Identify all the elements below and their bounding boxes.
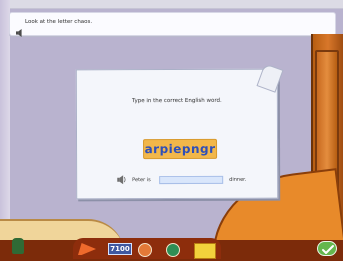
sentence-after: dinner. <box>229 176 247 183</box>
scrambled-word-box: arpiepngr <box>143 138 218 160</box>
top-window-bar <box>0 0 343 9</box>
scrambled-word: arpiepngr <box>144 141 216 157</box>
task-prompt: Type in the correct English word. <box>131 97 222 105</box>
speaker-icon[interactable] <box>16 29 24 37</box>
app-stage: Look at the letter chaos. Type in the co… <box>0 0 343 261</box>
sentence-row: Peter is dinner. <box>117 175 257 186</box>
checkmark-icon <box>322 245 334 254</box>
exercise-paper: Type in the correct English word. arpiep… <box>75 68 279 200</box>
help-button[interactable] <box>138 243 152 257</box>
bottle-icon[interactable] <box>12 238 24 254</box>
score-counter: 7100 <box>108 243 132 255</box>
home-button[interactable] <box>166 243 180 257</box>
submit-button[interactable] <box>317 241 337 256</box>
sentence-before: Peter is <box>132 177 151 184</box>
instruction-text: Look at the letter chaos. <box>25 19 93 25</box>
instruction-banner: Look at the letter chaos. <box>9 12 336 37</box>
answer-input[interactable] <box>159 175 224 185</box>
speaker-icon[interactable] <box>117 175 127 185</box>
menu-button[interactable] <box>194 243 216 259</box>
